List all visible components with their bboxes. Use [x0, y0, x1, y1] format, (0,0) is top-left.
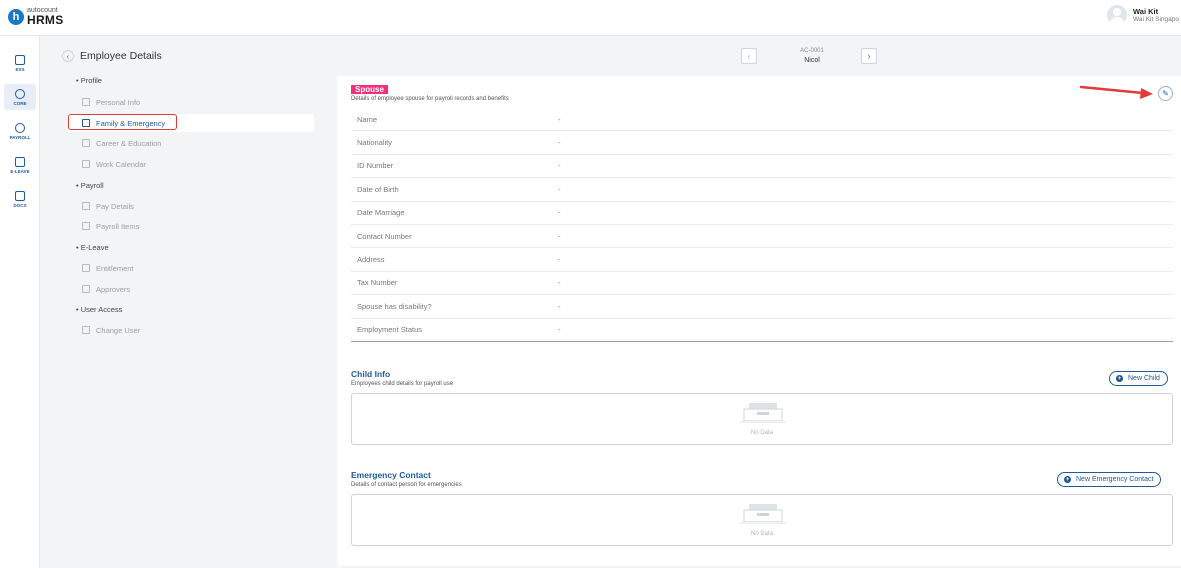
table-row: Address -: [351, 248, 1173, 272]
group-user-access: • User Access: [76, 305, 123, 314]
calendar-icon: [82, 264, 90, 272]
rail-item-eleave[interactable]: E-LEAVE: [4, 152, 36, 178]
person-icon: [82, 285, 90, 293]
child-info-list: No Data: [351, 393, 1173, 445]
emergency-contact-list: No Data: [351, 494, 1173, 546]
child-info-title: Child Info: [351, 369, 391, 379]
spouse-description: Details of employee spouse for payroll r…: [351, 96, 509, 102]
previous-record-button[interactable]: ‹: [741, 48, 757, 64]
briefcase-icon: [82, 139, 90, 147]
avatar[interactable]: [1107, 5, 1127, 25]
rail-item-payroll[interactable]: PAYROLL: [4, 118, 36, 144]
family-emergency-panel: Spouse Details of employee spouse for pa…: [337, 76, 1181, 566]
payroll-icon: [15, 122, 25, 133]
logo-badge-icon: h: [8, 8, 24, 25]
user-name: Wai Kit: [1133, 6, 1159, 16]
emergency-contact-description: Details of contact person for emergencie…: [351, 482, 462, 488]
nav-item-career-education[interactable]: Career & Education: [68, 134, 314, 152]
new-child-button[interactable]: + New Child: [1109, 371, 1168, 386]
nav-item-payroll-items[interactable]: Payroll Items: [68, 217, 314, 235]
child-empty-text: No Data: [750, 430, 773, 436]
receipt-icon: [82, 222, 90, 230]
emergency-contact-title: Emergency Contact: [351, 470, 431, 480]
calendar-icon: [15, 156, 25, 167]
annotation-arrow-icon: [1079, 85, 1153, 99]
empty-inbox-icon: [740, 504, 786, 524]
table-row: Date Marriage -: [351, 202, 1173, 225]
person-icon: [82, 326, 90, 334]
table-row: ID Number -: [351, 155, 1173, 179]
group-profile: • Profile: [76, 76, 102, 85]
table-row: Tax Number -: [351, 272, 1173, 296]
page-title: Employee Details: [80, 50, 162, 62]
rail-item-ess[interactable]: ESS: [4, 50, 36, 76]
spouse-details-table: Name - Nationality - ID Number - Date of Bi…: [351, 108, 1173, 342]
spouse-title: Spouse: [351, 85, 388, 94]
group-payroll: • Payroll: [76, 181, 104, 190]
next-record-button[interactable]: ›: [861, 48, 877, 64]
user-company: Wai Kit Singapo: [1133, 15, 1180, 23]
nav-item-change-user[interactable]: Change User: [68, 321, 314, 339]
plus-icon: +: [1116, 375, 1123, 382]
app-logo[interactable]: h autocount HRMS: [8, 7, 64, 26]
top-bar: h autocount HRMS Wai Kit Wai Kit Singapo: [0, 0, 1181, 36]
logo-product: HRMS: [27, 13, 64, 27]
new-emergency-contact-button[interactable]: + New Emergency Contact: [1057, 472, 1162, 487]
annotation-highlight-box: [68, 114, 177, 130]
employee-code: AC-0001: [800, 48, 824, 54]
rail-item-docs[interactable]: DOCS: [4, 186, 36, 212]
group-eleave: • E-Leave: [76, 243, 109, 252]
child-info-description: Employees child details for payroll use: [351, 381, 454, 387]
nav-item-work-calendar[interactable]: Work Calendar: [68, 155, 314, 173]
core-icon: [15, 88, 25, 99]
table-row: Nationality -: [351, 131, 1173, 155]
edit-spouse-button[interactable]: ✎: [1158, 86, 1173, 101]
ess-icon: [15, 54, 25, 65]
table-row: Date of Birth -: [351, 178, 1173, 202]
table-row: Contact Number -: [351, 225, 1173, 249]
rail-item-core[interactable]: CORE: [4, 84, 36, 110]
nav-item-pay-details[interactable]: Pay Details: [68, 197, 314, 215]
emergency-empty-text: No Data: [750, 531, 773, 537]
table-row: Employment Status -: [351, 319, 1173, 342]
table-row: Name -: [351, 108, 1173, 132]
pencil-icon: ✎: [1162, 89, 1169, 98]
user-menu[interactable]: Wai Kit Wai Kit Singapo: [1107, 5, 1181, 25]
empty-inbox-icon: [740, 403, 786, 423]
nav-item-personal-info[interactable]: Personal Info: [68, 93, 314, 111]
calendar-icon: [82, 160, 90, 168]
back-chevron-icon[interactable]: ‹: [62, 50, 74, 62]
table-row: Spouse has disability? -: [351, 295, 1173, 319]
nav-item-approvers[interactable]: Approvers: [68, 280, 314, 298]
nav-item-entitlement[interactable]: Entitlement: [68, 259, 314, 277]
plus-icon: +: [1064, 476, 1071, 483]
bank-icon: [82, 202, 90, 210]
docs-icon: [15, 190, 25, 201]
module-rail: ESS CORE PAYROLL E-LEAVE DOCS: [0, 36, 40, 568]
user-card-icon: [82, 98, 90, 106]
employee-name: Nicol: [804, 57, 820, 64]
